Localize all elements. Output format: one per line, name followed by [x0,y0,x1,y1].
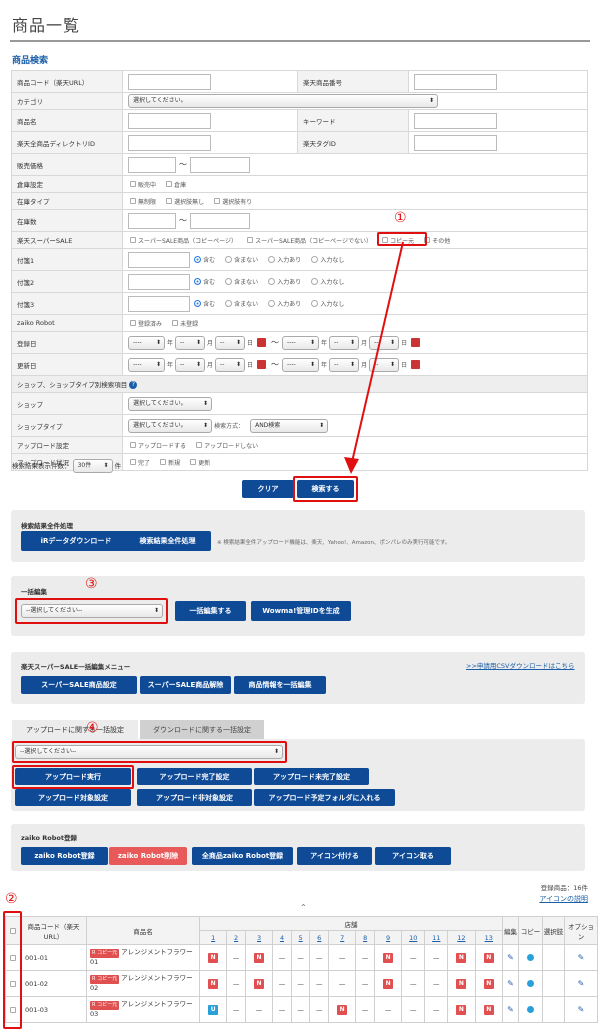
annotation-circle-3: ③ [85,576,98,592]
annotation-circle-4: ④ [86,720,99,736]
annotation-circle-1: ① [394,210,407,226]
annotation-arrow [344,241,404,474]
annotation-box-copy-source [377,232,427,246]
annotation-circle-2: ② [5,891,18,907]
